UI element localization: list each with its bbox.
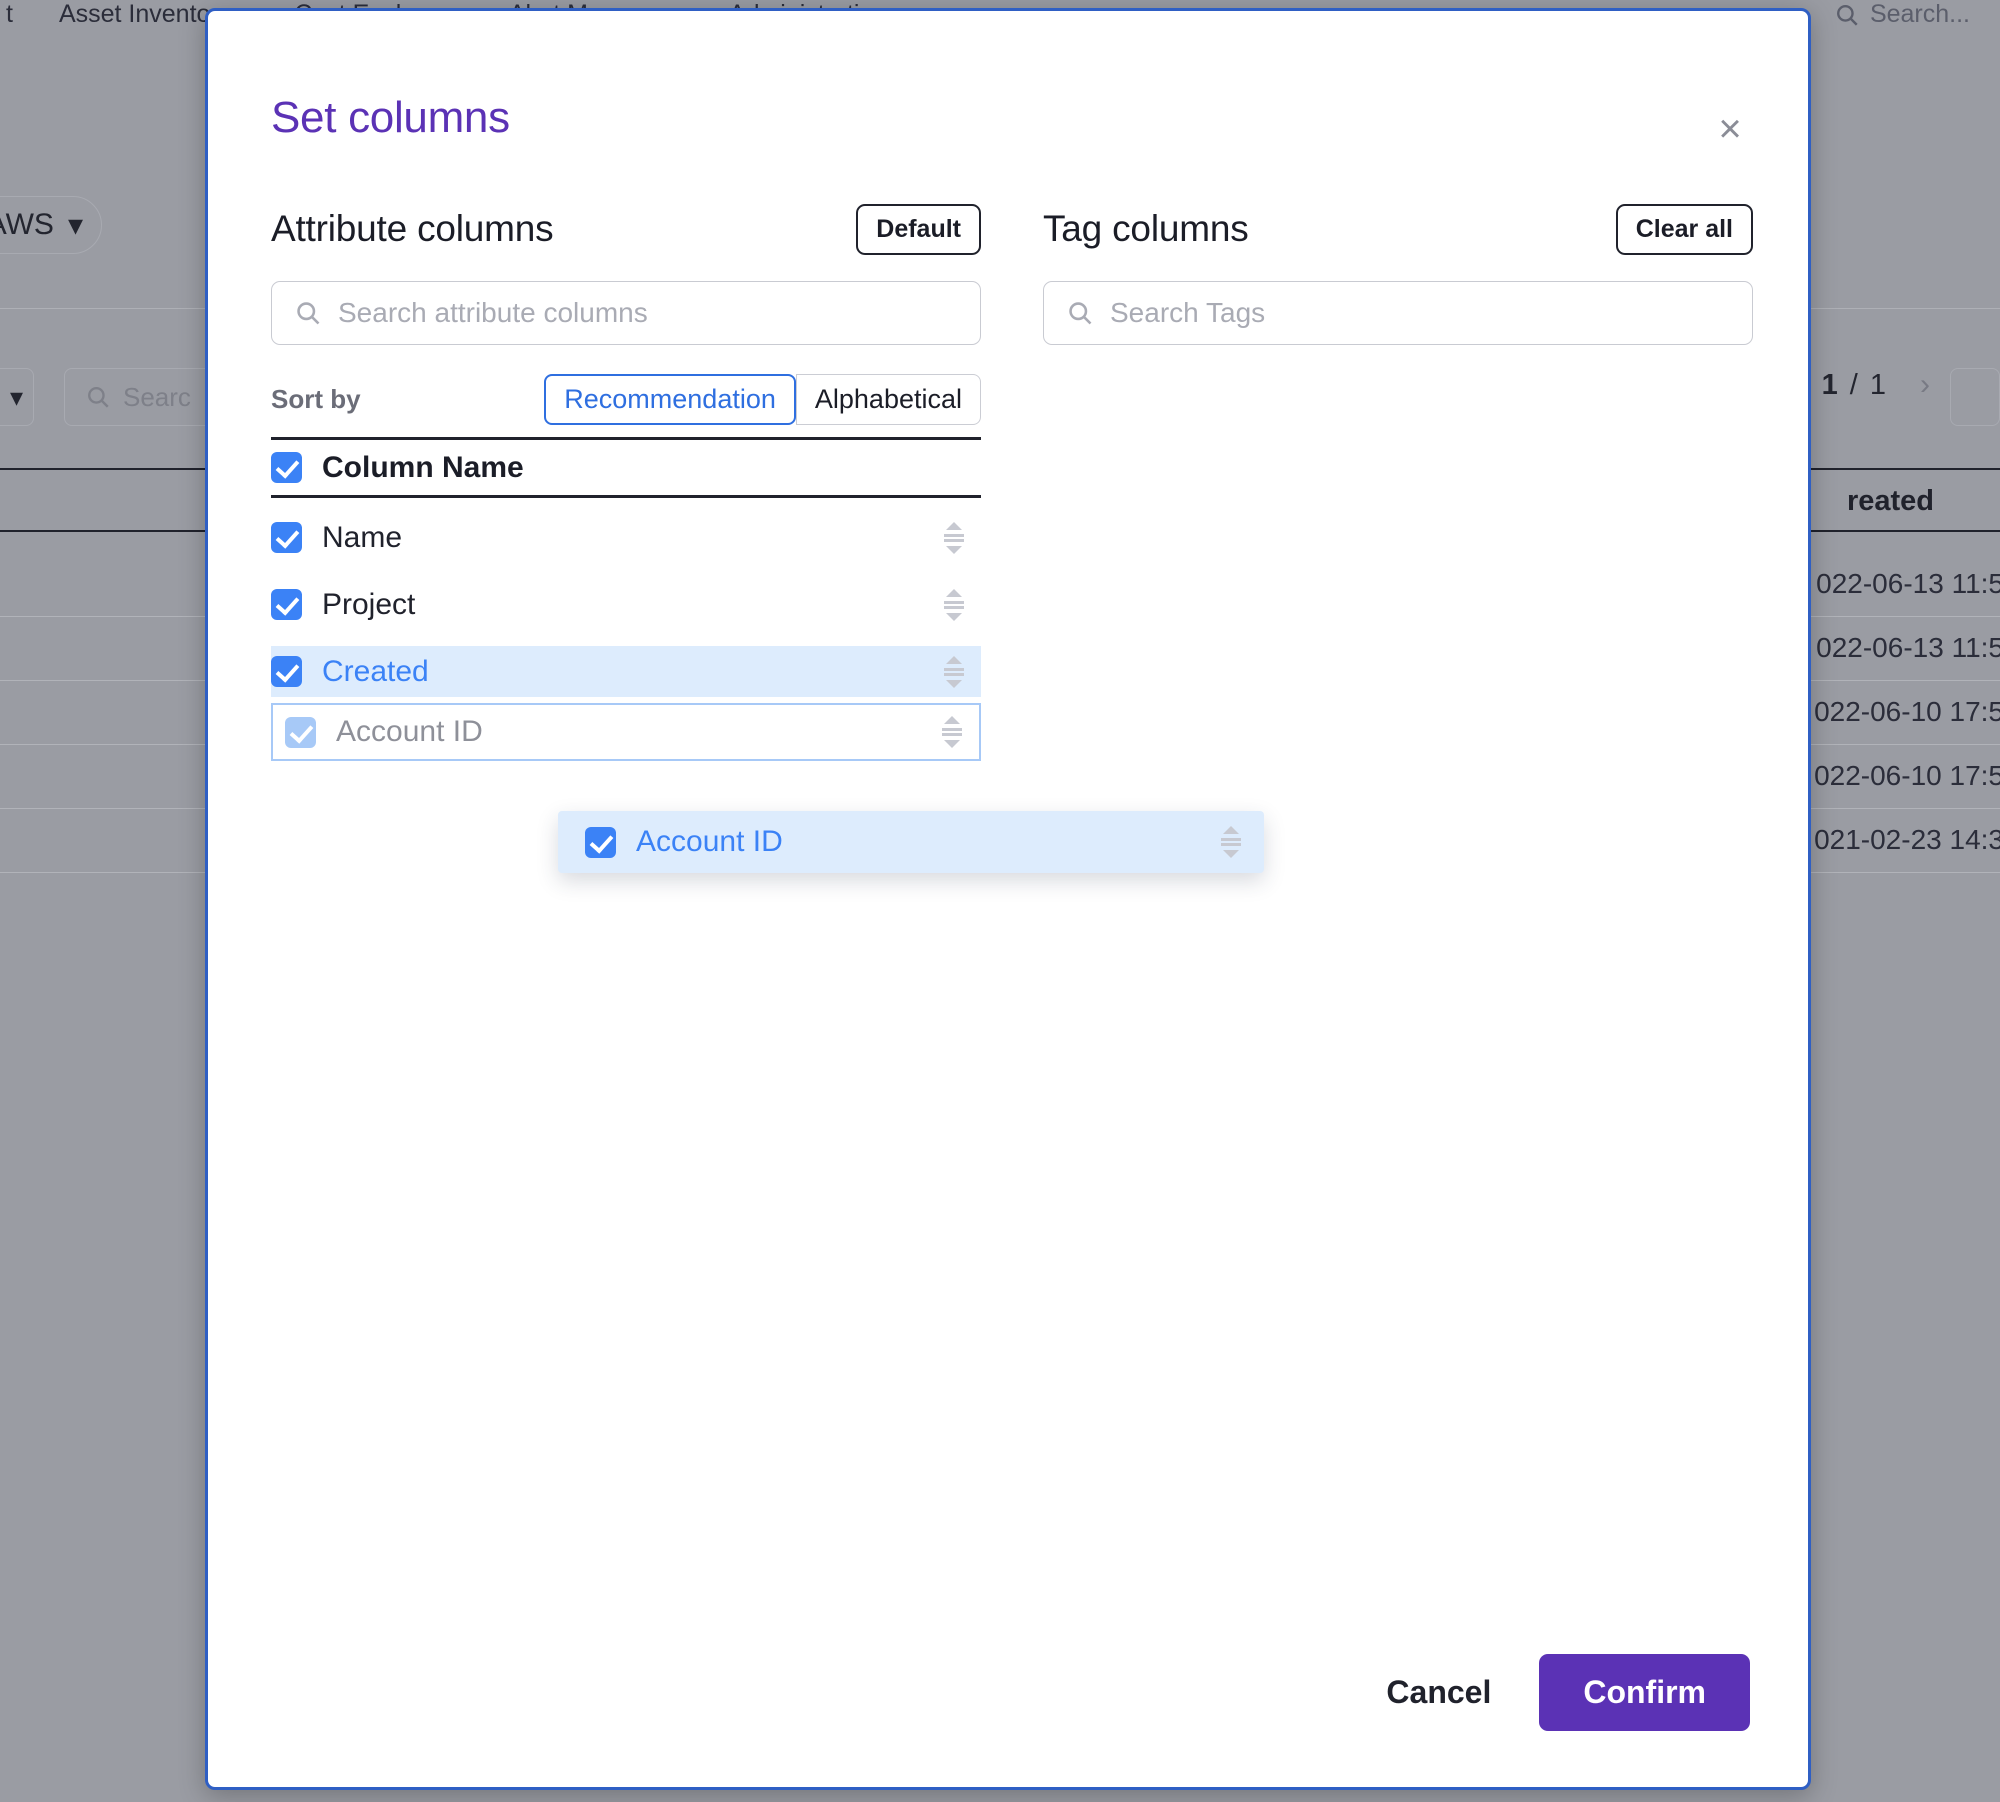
list-item[interactable]: Name [271,512,981,563]
pagination-current-page: 1 [1821,368,1838,401]
column-name-header-label: Column Name [322,450,524,484]
dialog-title: Set columns [271,93,510,142]
pagination-next-icon[interactable]: › [1920,368,1930,402]
table-cell-created-4: 021-02-23 14:3 [1814,824,2000,855]
search-attribute-columns-input[interactable] [338,282,980,344]
pagination-total-pages: 1 [1869,368,1886,401]
tag-search-field[interactable] [1043,281,1753,345]
background-table-search-placeholder: Searc [123,381,191,412]
table-cell-created-0: 022-06-13 11:5 [1816,568,2000,599]
search-icon [1069,302,1092,325]
column-checkbox-account-id-placeholder [285,716,316,748]
column-list-header-row: Column Name [271,440,981,498]
default-button[interactable]: Default [856,203,981,255]
tag-columns-header: Tag columns Clear all [1043,201,1753,257]
set-columns-dialog: Set columns × Attribute columns Default … [205,8,1811,1790]
table-cell-created-1: 022-06-13 11:5 [1816,632,2000,663]
clear-all-button[interactable]: Clear all [1615,203,1753,255]
background-pagination-extra-button[interactable] [1950,368,2000,426]
pagination-separator: / [1849,368,1858,401]
search-icon [1836,4,1858,26]
drag-handle-icon [939,712,965,752]
dialog-footer: Cancel Confirm [1380,1654,1750,1731]
sort-by-label: Sort by [271,383,361,414]
drag-handle-icon[interactable] [1218,822,1244,862]
column-checkbox-account-id-dragged[interactable] [585,826,616,858]
drag-handle-icon[interactable] [941,585,967,625]
sort-by-segmented-control: Recommendation Alphabetical [544,373,981,425]
nav-item-0-label: t [6,0,13,28]
cloud-provider-chip[interactable]: AWS ▾ [0,196,102,254]
column-label-project: Project [322,587,416,621]
attribute-columns-header: Attribute columns Default [271,201,981,257]
cloud-provider-label: AWS [0,208,54,241]
column-checkbox-name[interactable] [271,522,302,553]
attribute-columns-pane: Attribute columns Default Sort by Recomm… [271,201,981,761]
list-item[interactable]: Created [271,646,981,697]
column-label-account-id-dragged: Account ID [636,825,783,858]
column-label-name: Name [322,520,403,554]
tag-columns-heading: Tag columns [1043,208,1249,249]
search-icon [88,387,109,408]
drop-target-placeholder: Account ID [271,703,981,761]
sort-option-alphabetical[interactable]: Alphabetical [795,373,981,425]
sort-by-row: Sort by Recommendation Alphabetical [271,373,981,425]
confirm-button[interactable]: Confirm [1539,1654,1750,1731]
global-search[interactable]: Search... [1834,0,1970,29]
column-checkbox-created[interactable] [271,656,302,687]
background-pagination: 1 / 1 › [1822,368,1930,402]
background-table-header-created: reated [1846,485,1934,517]
chevron-down-icon: ▾ [67,208,83,242]
drag-handle-icon[interactable] [941,518,967,558]
nav-item-0[interactable]: t [6,0,13,29]
table-cell-created-2: 022-06-10 17:5 [1814,696,2000,727]
chevron-down-icon: ▾ [9,381,23,412]
drag-handle-icon[interactable] [941,652,967,692]
search-icon [297,302,320,325]
dragged-list-item[interactable]: Account ID [558,811,1264,873]
global-search-label: Search... [1869,0,1970,28]
cancel-button[interactable]: Cancel [1380,1664,1497,1721]
search-tags-input[interactable] [1110,282,1752,344]
tag-columns-pane: Tag columns Clear all [1043,201,1753,345]
attribute-search-field[interactable] [271,281,981,345]
select-all-checkbox[interactable] [271,452,302,483]
table-cell-created-3: 022-06-10 17:5 [1814,760,2000,791]
column-checkbox-project[interactable] [271,589,302,620]
sort-option-recommendation[interactable]: Recommendation [544,373,796,425]
attribute-columns-heading: Attribute columns [271,208,554,249]
background-filter-button[interactable]: ▾ [0,368,34,426]
list-item[interactable]: Project [271,579,981,630]
close-icon[interactable]: × [1710,109,1750,149]
column-list: Name Project Created Account ID [271,512,981,761]
column-label-created: Created [322,654,429,688]
column-label-account-id-placeholder: Account ID [336,715,483,748]
